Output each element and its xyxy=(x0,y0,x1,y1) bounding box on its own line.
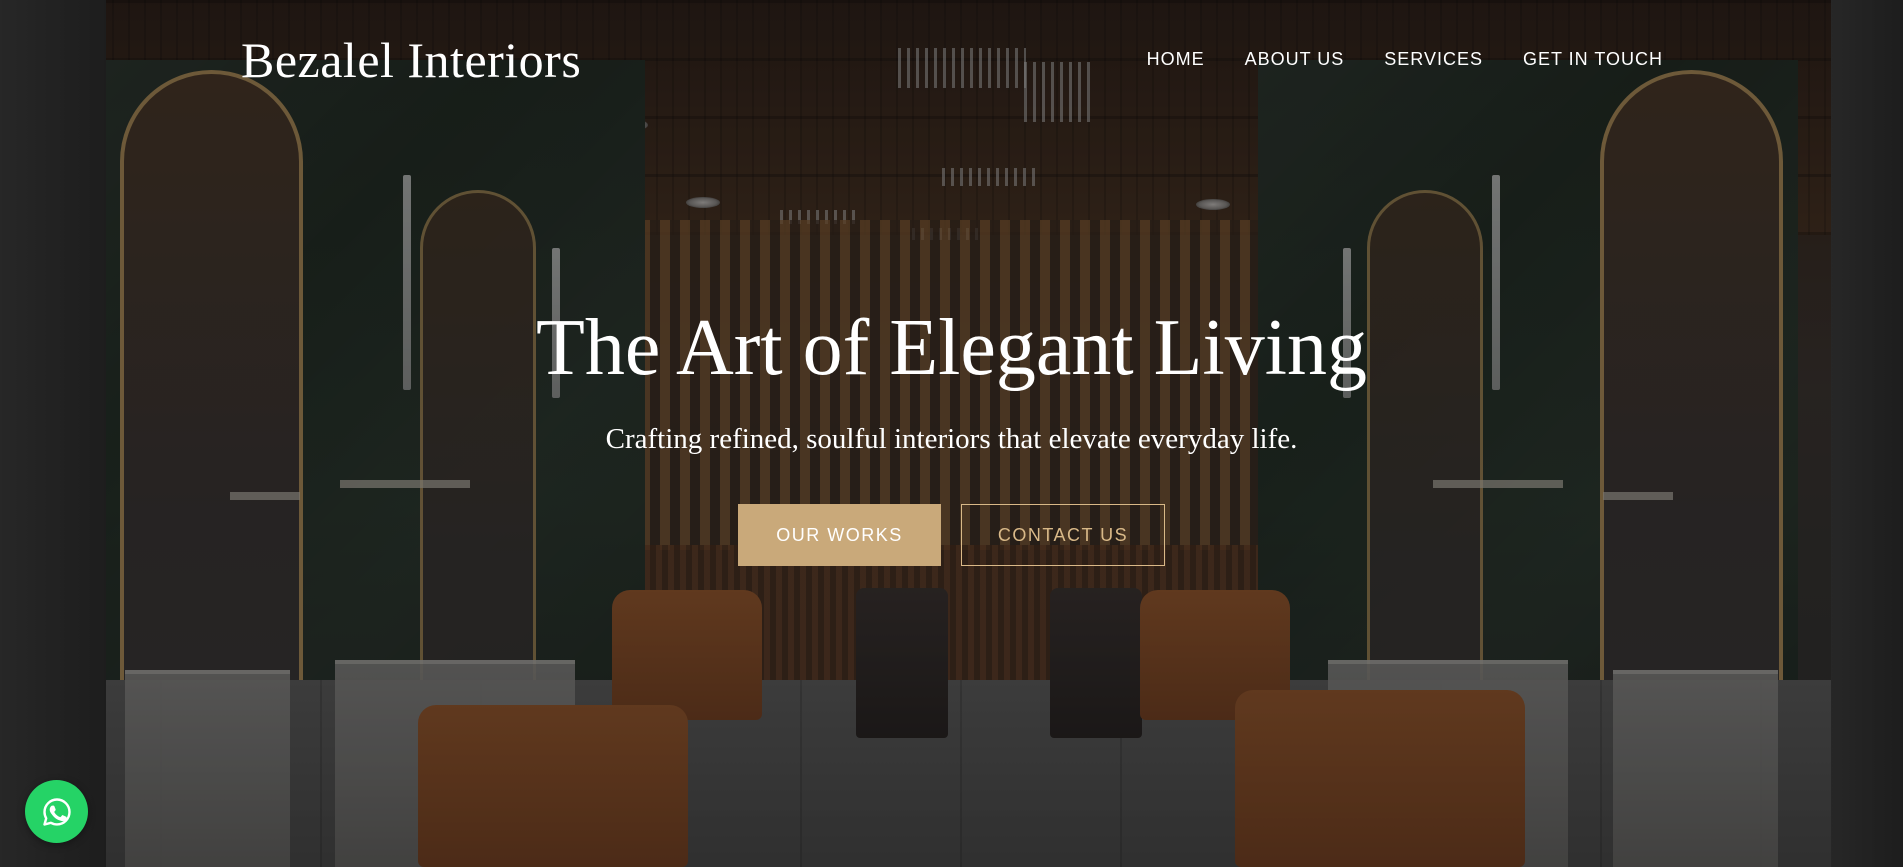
contact-us-button[interactable]: CONTACT US xyxy=(961,504,1165,566)
main-nav: HOME ABOUT US SERVICES GET IN TOUCH xyxy=(1147,47,1663,71)
our-works-button[interactable]: OUR WORKS xyxy=(738,504,941,566)
nav-get-in-touch[interactable]: GET IN TOUCH xyxy=(1523,47,1663,71)
nav-home[interactable]: HOME xyxy=(1147,47,1205,71)
whatsapp-icon xyxy=(42,797,71,826)
hero-title: The Art of Elegant Living xyxy=(536,304,1367,392)
whatsapp-chat-button[interactable] xyxy=(25,780,88,843)
hero-subtitle: Crafting refined, soulful interiors that… xyxy=(605,423,1298,455)
nav-services[interactable]: SERVICES xyxy=(1384,47,1483,71)
site-logo[interactable]: Bezalel Interiors xyxy=(241,28,581,92)
hero-actions: OUR WORKS CONTACT US xyxy=(0,504,1903,566)
nav-about-us[interactable]: ABOUT US xyxy=(1245,47,1345,71)
